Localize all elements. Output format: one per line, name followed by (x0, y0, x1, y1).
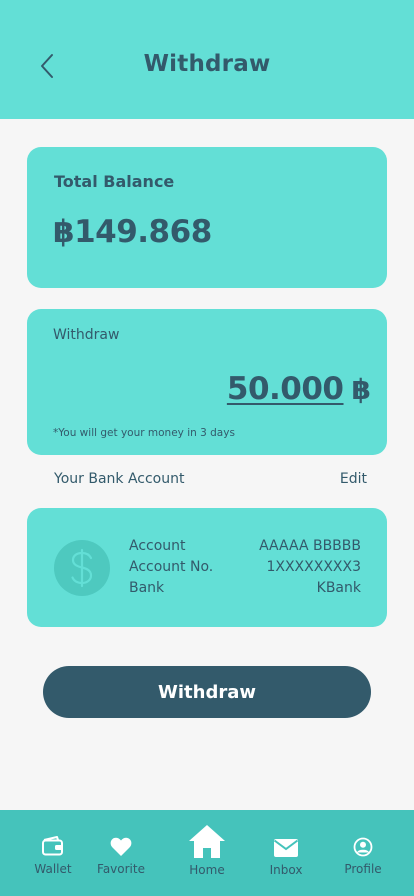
bank-account-card: Account Account No. Bank AAAAA BBBBB 1XX… (27, 508, 387, 627)
bottom-nav: Wallet Favorite Home Inbox Profile (0, 810, 414, 896)
account-number-label: Account No. (129, 559, 214, 575)
amount-row: 50.000 ฿ (227, 371, 371, 407)
app-header: Withdraw (0, 0, 414, 119)
edit-bank-link[interactable]: Edit (340, 471, 367, 487)
wallet-icon (18, 836, 88, 856)
nav-item-profile[interactable]: Profile (328, 810, 398, 896)
heart-icon (86, 837, 156, 857)
currency-symbol: ฿ (351, 373, 371, 406)
bank-labels: Account Account No. Bank (129, 536, 213, 599)
withdraw-card: Withdraw 50.000 ฿ *You will get your mon… (27, 309, 387, 455)
nav-item-favorite[interactable]: Favorite (86, 810, 156, 896)
balance-label: Total Balance (54, 172, 175, 191)
bank-name-value: KBank (316, 580, 361, 596)
profile-icon (328, 837, 398, 857)
nav-item-home[interactable]: Home (172, 810, 242, 896)
nav-label-inbox: Inbox (269, 863, 303, 877)
nav-label-wallet: Wallet (34, 862, 72, 876)
nav-label-favorite: Favorite (97, 862, 145, 876)
account-name-value: AAAAA BBBBB (259, 538, 361, 554)
withdraw-note: *You will get your money in 3 days (53, 427, 235, 439)
mail-icon (251, 838, 321, 858)
nav-item-inbox[interactable]: Inbox (251, 810, 321, 896)
withdraw-label: Withdraw (53, 327, 120, 343)
bank-name-label: Bank (129, 580, 165, 596)
bank-section-title: Your Bank Account (54, 471, 185, 487)
page-title: Withdraw (143, 51, 271, 77)
withdraw-amount-input[interactable]: 50.000 (227, 371, 344, 407)
home-icon (172, 823, 242, 859)
dollar-icon (54, 540, 110, 596)
nav-item-wallet[interactable]: Wallet (18, 810, 88, 896)
account-number-value: 1XXXXXXXX3 (266, 559, 361, 575)
withdraw-submit-button[interactable]: Withdraw (43, 666, 371, 718)
balance-card: Total Balance ฿149.868 (27, 147, 387, 288)
balance-value: ฿149.868 (53, 214, 212, 250)
nav-label-profile: Profile (344, 862, 382, 876)
bank-values: AAAAA BBBBB 1XXXXXXXX3 KBank (259, 536, 361, 599)
account-name-label: Account (129, 538, 186, 554)
bank-section-header: Your Bank Account Edit (54, 471, 367, 487)
nav-label-home: Home (189, 863, 225, 877)
